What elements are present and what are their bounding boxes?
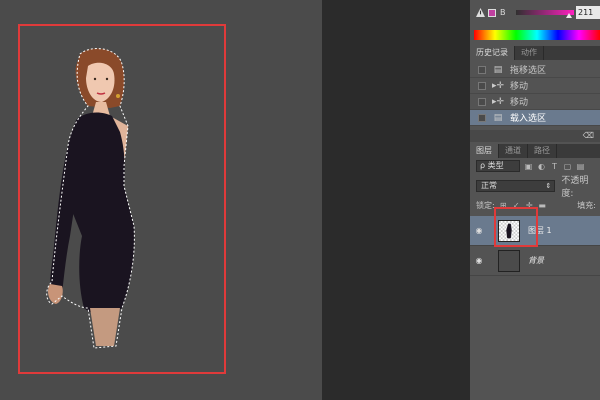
blend-mode-select[interactable]: 正常 ⇕	[476, 180, 556, 192]
filter-type-icon[interactable]: T	[550, 162, 559, 171]
history-doc-icon: ▤	[493, 64, 503, 75]
eye-visibility-icon[interactable]: ◉	[470, 226, 488, 235]
history-brush-source-checkbox[interactable]	[478, 97, 486, 106]
layers-filter-toolbar: ρ 类型 ▣ ◐ T ▢ ▤	[470, 158, 600, 174]
tab-layers[interactable]: 图层	[470, 144, 499, 158]
tab-paths[interactable]: 路径	[528, 144, 557, 158]
filter-adjustment-icon[interactable]: ◐	[537, 162, 546, 171]
history-item-selected[interactable]: ▤ 载入选区	[470, 110, 600, 126]
woman-photo-selection[interactable]	[40, 46, 150, 356]
history-item[interactable]: ▤ 拖移选区	[470, 62, 600, 78]
move-tool-icon: ▸✛	[492, 80, 505, 91]
history-doc-icon: ▤	[493, 112, 503, 123]
history-brush-source-checkbox[interactable]	[478, 81, 486, 90]
color-swatch[interactable]	[488, 9, 496, 17]
fill-label: 填充:	[577, 200, 596, 210]
layer-thumbnail-highlight-box	[494, 207, 538, 247]
right-panel-column: B 211 历史记录 动作 ▤ 拖移选区 ▸✛ 移动 ▸✛ 移动 ▤ 载入选区 …	[470, 0, 600, 400]
blend-mode-row: 正常 ⇕ 不透明度:	[470, 176, 600, 199]
blend-mode-value: 正常	[481, 181, 497, 190]
opacity-label: 不透明度:	[561, 176, 589, 199]
layers-panel-tabs: 图层 通道 路径	[470, 144, 600, 158]
color-slider-knob[interactable]	[566, 13, 572, 18]
filter-smart-object-icon[interactable]: ▤	[576, 162, 585, 171]
layer-row[interactable]: ◉ 背景	[470, 246, 600, 276]
history-brush-source-checkbox[interactable]	[478, 113, 486, 122]
channel-label: B	[500, 8, 506, 17]
gamut-warning-icon[interactable]	[476, 8, 485, 17]
filter-pixel-icon[interactable]: ▣	[524, 162, 533, 171]
history-item[interactable]: ▸✛ 移动	[470, 94, 600, 110]
chevron-down-icon: ⇕	[545, 182, 552, 190]
document-canvas[interactable]	[0, 0, 322, 400]
history-brush-source-checkbox[interactable]	[478, 65, 486, 74]
tab-channels[interactable]: 通道	[499, 144, 528, 158]
layer-name[interactable]: 背景	[528, 255, 544, 266]
pasteboard-area	[322, 0, 470, 400]
history-item-label: 载入选区	[510, 114, 547, 124]
color-spectrum-bar[interactable]	[474, 30, 600, 40]
color-value-input[interactable]: 211	[576, 6, 600, 19]
history-item[interactable]: ▸✛ 移动	[470, 78, 600, 94]
color-panel: B 211	[470, 0, 600, 44]
layer-thumbnail[interactable]	[498, 249, 520, 272]
history-panel-tabs: 历史记录 动作	[470, 46, 600, 60]
history-item-label: 移动	[510, 98, 529, 108]
history-item-label: 拖移选区	[510, 66, 547, 76]
history-item-label: 移动	[510, 82, 529, 92]
eye-visibility-icon[interactable]: ◉	[470, 256, 488, 265]
move-tool-icon: ▸✛	[492, 96, 505, 107]
lock-label: 锁定:	[476, 200, 495, 210]
tab-actions[interactable]: 动作	[515, 46, 544, 60]
filter-shape-icon[interactable]: ▢	[563, 162, 572, 171]
photoshop-window: B 211 历史记录 动作 ▤ 拖移选区 ▸✛ 移动 ▸✛ 移动 ▤ 载入选区 …	[0, 0, 600, 400]
tab-history[interactable]: 历史记录	[470, 46, 515, 60]
history-list: ▤ 拖移选区 ▸✛ 移动 ▸✛ 移动 ▤ 载入选区	[470, 62, 600, 126]
trash-icon[interactable]: ⌫	[583, 131, 594, 140]
layer-filter-select[interactable]: ρ 类型	[476, 160, 520, 172]
history-panel-footer: ⌫	[470, 130, 600, 142]
lock-all-icon[interactable]: ▬	[538, 201, 547, 210]
